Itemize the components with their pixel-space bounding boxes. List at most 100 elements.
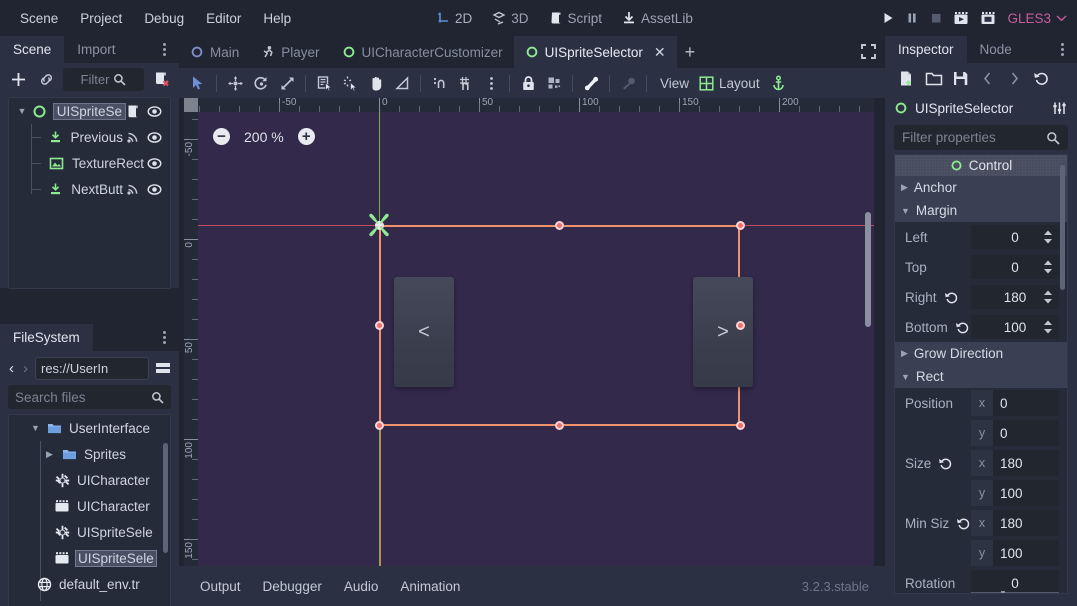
scene-tab-uispriteselector[interactable]: UISpriteSelector ✕ xyxy=(513,36,677,68)
select-mode-tool[interactable] xyxy=(185,70,211,96)
rect-position-y-input[interactable]: y 0 xyxy=(971,420,1059,446)
list-item[interactable]: default_env.tr xyxy=(9,571,170,597)
scene-tab-uicharactercustomizer[interactable]: UICharacterCustomizer xyxy=(331,36,514,68)
chevron-down-icon[interactable]: ▼ xyxy=(31,423,45,433)
filesystem-tree[interactable]: ▼ UserInterface ▶ Sprites UICharacter UI… xyxy=(8,414,171,606)
resize-handle-top-right[interactable] xyxy=(736,221,745,230)
bottom-tab-debugger[interactable]: Debugger xyxy=(252,575,333,598)
margin-top-input[interactable]: 0 xyxy=(971,255,1059,279)
bottom-tab-output[interactable]: Output xyxy=(189,575,252,598)
list-item[interactable]: UICharacter xyxy=(9,467,170,493)
scene-dock-menu-icon[interactable] xyxy=(157,41,171,58)
previous-button[interactable]: < xyxy=(394,277,454,387)
resize-handle-middle-left[interactable] xyxy=(375,321,384,330)
add-scene-button[interactable]: + xyxy=(677,36,704,68)
rect-position-x-input[interactable]: x 0 xyxy=(971,390,1059,416)
rotation-slider-knob[interactable] xyxy=(1001,591,1005,593)
pan-mode-tool[interactable] xyxy=(363,70,389,96)
margin-bottom-input[interactable]: 100 xyxy=(971,315,1059,339)
list-item[interactable]: ▶ Sprites xyxy=(9,441,170,467)
resize-handle-top-center[interactable] xyxy=(555,221,564,230)
tab-node[interactable]: Node xyxy=(967,36,1025,63)
tab-import[interactable]: Import xyxy=(64,36,128,63)
resize-handle-bottom-left[interactable] xyxy=(375,421,384,430)
play-icon[interactable] xyxy=(881,11,895,25)
resize-handle-middle-right[interactable] xyxy=(736,321,745,330)
ruler-mode-tool[interactable] xyxy=(389,70,415,96)
spinner-icon[interactable] xyxy=(1043,229,1053,245)
view-menu-button[interactable]: View xyxy=(652,76,697,91)
smart-snap-tool[interactable] xyxy=(426,70,452,96)
move-pivot-tool[interactable] xyxy=(337,70,363,96)
resize-handle-top-left[interactable] xyxy=(375,221,384,230)
rect-size-x-input[interactable]: x 180 xyxy=(971,450,1059,476)
visibility-icon[interactable] xyxy=(147,156,162,171)
list-item[interactable]: UICharacter xyxy=(9,493,170,519)
scene-tree[interactable]: ▼ UISpriteSe Previous TextureRect NextBu… xyxy=(8,97,171,289)
rect-min-size-y-input[interactable]: y 100 xyxy=(971,540,1059,566)
rect-rotation-input[interactable]: 0 xyxy=(971,570,1059,593)
grid-snap-tool[interactable] xyxy=(452,70,478,96)
animation-key-button[interactable] xyxy=(615,70,641,96)
nav-back-button[interactable]: ‹ xyxy=(7,360,16,377)
spinner-icon[interactable] xyxy=(1043,259,1053,275)
property-group-anchor[interactable]: ▶ Anchor xyxy=(895,176,1067,199)
property-category-control[interactable]: Control xyxy=(895,155,1067,176)
mode-2d-button[interactable]: 2D xyxy=(428,7,480,30)
play-custom-icon[interactable] xyxy=(980,11,997,26)
revert-icon[interactable] xyxy=(956,516,971,531)
filesystem-dock-menu-icon[interactable] xyxy=(157,329,171,346)
instance-scene-button[interactable] xyxy=(35,68,57,90)
resize-handle-bottom-right[interactable] xyxy=(736,421,745,430)
folder-open-icon[interactable] xyxy=(921,66,946,91)
property-group-rect[interactable]: ▼ Rect xyxy=(895,365,1067,388)
scene-filter-input[interactable]: Filter xyxy=(63,67,144,91)
play-scene-icon[interactable] xyxy=(953,11,970,26)
zoom-in-button[interactable]: + xyxy=(297,128,315,145)
next-button[interactable]: > xyxy=(693,277,753,387)
list-item[interactable]: ▼ UserInterface xyxy=(9,415,170,441)
scene-tab-player[interactable]: Player xyxy=(250,36,330,68)
new-resource-icon[interactable] xyxy=(894,66,919,91)
resize-handle-bottom-center[interactable] xyxy=(555,421,564,430)
rotate-mode-tool[interactable] xyxy=(248,70,274,96)
pause-icon[interactable] xyxy=(905,11,919,25)
skeleton-bone-button[interactable] xyxy=(578,70,604,96)
revert-icon[interactable] xyxy=(938,456,953,471)
inspector-dock-menu-icon[interactable] xyxy=(1055,41,1069,58)
inspector-filter-input[interactable]: Filter properties xyxy=(894,125,1068,150)
signal-icon[interactable] xyxy=(126,182,140,196)
tab-inspector[interactable]: Inspector xyxy=(885,36,967,63)
chevron-right-icon[interactable]: ▶ xyxy=(46,449,60,460)
mode-script-button[interactable]: Script xyxy=(541,7,611,30)
spinner-icon[interactable] xyxy=(1043,289,1053,305)
scene-tab-main[interactable]: Main xyxy=(179,36,250,68)
mode-3d-button[interactable]: 3D xyxy=(484,7,536,30)
tree-row[interactable]: Previous xyxy=(9,124,170,150)
scale-mode-tool[interactable] xyxy=(274,70,300,96)
canvas-vertical-scrollbar[interactable] xyxy=(865,212,871,327)
tree-row[interactable]: NextButt xyxy=(9,176,170,202)
property-group-grow-direction[interactable]: ▶ Grow Direction xyxy=(895,342,1067,365)
menu-debug[interactable]: Debug xyxy=(134,7,194,30)
property-group-margin[interactable]: ▼ Margin xyxy=(895,199,1067,222)
chevron-left-icon[interactable] xyxy=(975,66,1000,91)
chevron-right-icon[interactable] xyxy=(1002,66,1027,91)
rect-size-y-input[interactable]: y 100 xyxy=(971,480,1059,506)
tab-filesystem[interactable]: FileSystem xyxy=(0,324,93,351)
margin-right-input[interactable]: 180 xyxy=(971,285,1059,309)
menu-editor[interactable]: Editor xyxy=(196,7,251,30)
snap-options-menu[interactable] xyxy=(478,70,504,96)
chevron-down-icon[interactable]: ▼ xyxy=(13,106,31,116)
stop-icon[interactable] xyxy=(929,11,943,25)
move-mode-tool[interactable] xyxy=(222,70,248,96)
menu-help[interactable]: Help xyxy=(253,7,301,30)
signal-icon[interactable] xyxy=(126,130,140,144)
margin-left-input[interactable]: 0 xyxy=(971,225,1059,249)
revert-icon[interactable] xyxy=(944,290,959,305)
zoom-out-button[interactable]: − xyxy=(213,128,230,145)
list-item[interactable]: UISpriteSele xyxy=(9,519,170,545)
bottom-tab-animation[interactable]: Animation xyxy=(389,575,471,598)
layout-menu-button[interactable]: Layout xyxy=(697,76,766,91)
visibility-icon[interactable] xyxy=(147,104,162,119)
